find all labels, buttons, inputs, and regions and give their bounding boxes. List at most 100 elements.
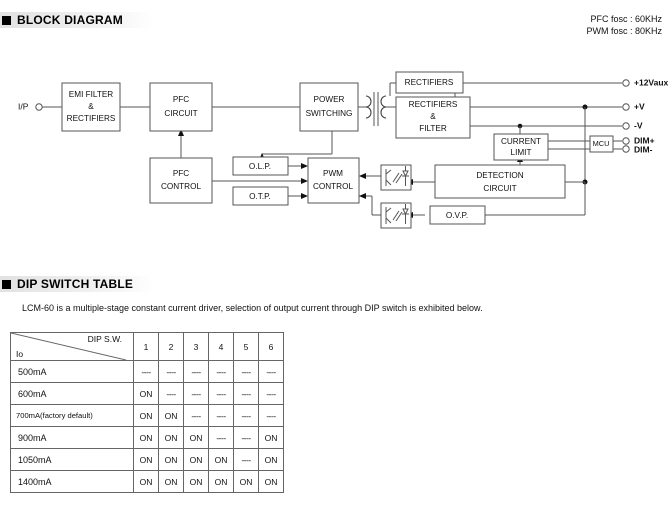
cell-900ma-sw2: ON bbox=[158, 426, 184, 449]
cell-700ma-sw2: ON bbox=[158, 404, 184, 427]
block-diagram: EMI FILTER & RECTIFIERS PFC CIRCUIT POWE… bbox=[0, 50, 670, 230]
dip-switch-title: DIP SWITCH TABLE bbox=[17, 277, 134, 291]
column-header-3: 3 bbox=[183, 332, 209, 361]
block-ovp-label: O.V.P. bbox=[446, 211, 468, 220]
block-olp-label: O.L.P. bbox=[249, 162, 271, 171]
cell-1400ma-sw4: ON bbox=[208, 470, 234, 493]
block-emi-filter-line1: EMI FILTER bbox=[69, 90, 114, 99]
table-row: 500mA ---- ---- ---- ---- ---- ---- bbox=[10, 360, 284, 383]
cell-900ma-sw1: ON bbox=[133, 426, 159, 449]
cell-600ma-sw6: ---- bbox=[258, 382, 284, 405]
block-diagram-section-header: BLOCK DIAGRAM bbox=[0, 12, 154, 28]
row-label-1050ma: 1050mA bbox=[10, 448, 134, 471]
column-header-4: 4 bbox=[208, 332, 234, 361]
output-label-plus-v: +V bbox=[634, 101, 645, 111]
block-power-switching bbox=[299, 82, 359, 132]
pwm-fosc-note: PWM fosc : 80KHz bbox=[586, 26, 662, 36]
optocoupler-lower-icon bbox=[380, 202, 412, 229]
cell-900ma-sw6: ON bbox=[258, 426, 284, 449]
cell-600ma-sw1: ON bbox=[133, 382, 159, 405]
table-header-row: DIP S.W. Io 1 2 3 4 5 6 bbox=[10, 332, 284, 361]
cell-500ma-sw2: ---- bbox=[158, 360, 184, 383]
column-header-5: 5 bbox=[233, 332, 259, 361]
block-pfc-control bbox=[149, 157, 213, 204]
block-rectifiers-filter-line3: FILTER bbox=[419, 124, 447, 133]
block-power-switching-line2: SWITCHING bbox=[306, 109, 353, 118]
cell-1050ma-sw3: ON bbox=[183, 448, 209, 471]
dip-switch-table: DIP S.W. Io 1 2 3 4 5 6 500mA ---- ---- … bbox=[10, 332, 284, 493]
corner-label-dipsw: DIP S.W. bbox=[87, 334, 122, 344]
row-label-900ma: 900mA bbox=[10, 426, 134, 449]
cell-700ma-sw3: ---- bbox=[183, 404, 209, 427]
output-terminal-plus-v bbox=[622, 103, 630, 111]
cell-1050ma-sw4: ON bbox=[208, 448, 234, 471]
block-detection-circuit-line2: CIRCUIT bbox=[483, 184, 516, 193]
table-row: 600mA ON ---- ---- ---- ---- ---- bbox=[10, 382, 284, 405]
table-row: 1050mA ON ON ON ON ---- ON bbox=[10, 448, 284, 471]
block-pfc-circuit-line2: CIRCUIT bbox=[164, 109, 197, 118]
cell-600ma-sw2: ---- bbox=[158, 382, 184, 405]
block-pwm-control-line2: CONTROL bbox=[313, 182, 353, 191]
output-label-dim-minus: DIM- bbox=[634, 144, 653, 154]
cell-700ma-sw1: ON bbox=[133, 404, 159, 427]
page-title: BLOCK DIAGRAM bbox=[17, 13, 123, 27]
column-header-2: 2 bbox=[158, 332, 184, 361]
cell-1050ma-sw6: ON bbox=[258, 448, 284, 471]
cell-1400ma-sw3: ON bbox=[183, 470, 209, 493]
cell-500ma-sw6: ---- bbox=[258, 360, 284, 383]
cell-600ma-sw4: ---- bbox=[208, 382, 234, 405]
table-corner-cell: DIP S.W. Io bbox=[10, 332, 134, 361]
input-terminal-node bbox=[35, 103, 43, 111]
cell-600ma-sw3: ---- bbox=[183, 382, 209, 405]
row-label-1400ma: 1400mA bbox=[10, 470, 134, 493]
block-rectifiers-filter-line1: RECTIFIERS bbox=[409, 100, 458, 109]
row-label-600ma: 600mA bbox=[10, 382, 134, 405]
column-header-6: 6 bbox=[258, 332, 284, 361]
output-terminal-dim-plus bbox=[622, 137, 630, 145]
block-emi-filter-line2: & bbox=[88, 102, 94, 111]
output-terminal-12vaux bbox=[622, 79, 630, 87]
table-row: 900mA ON ON ON ---- ---- ON bbox=[10, 426, 284, 449]
input-terminal-label: I/P bbox=[18, 101, 29, 111]
column-header-1: 1 bbox=[133, 332, 159, 361]
pfc-fosc-note: PFC fosc : 60KHz bbox=[590, 14, 662, 24]
block-rectifiers-filter-line2: & bbox=[430, 112, 436, 121]
corner-label-io: Io bbox=[16, 349, 24, 359]
cell-1400ma-sw5: ON bbox=[233, 470, 259, 493]
square-bullet-icon bbox=[2, 279, 11, 289]
table-row: 700mA(factory default) ON ON ---- ---- -… bbox=[10, 404, 284, 427]
cell-900ma-sw5: ---- bbox=[233, 426, 259, 449]
block-power-switching-line1: POWER bbox=[314, 95, 345, 104]
dip-switch-description: LCM-60 is a multiple-stage constant curr… bbox=[22, 303, 483, 313]
block-pfc-circuit-line1: PFC bbox=[173, 95, 189, 104]
cell-700ma-sw4: ---- bbox=[208, 404, 234, 427]
block-pfc-circuit bbox=[149, 82, 213, 132]
row-label-700ma: 700mA(factory default) bbox=[10, 404, 134, 427]
block-otp-label: O.T.P. bbox=[249, 192, 271, 201]
cell-1050ma-sw5: ---- bbox=[233, 448, 259, 471]
block-pwm-control-line1: PWM bbox=[323, 169, 343, 178]
cell-1050ma-sw1: ON bbox=[133, 448, 159, 471]
square-bullet-icon bbox=[2, 15, 11, 25]
block-pwm-control bbox=[307, 157, 360, 204]
table-row: 1400mA ON ON ON ON ON ON bbox=[10, 470, 284, 493]
block-rectifiers-label: RECTIFIERS bbox=[405, 78, 454, 87]
cell-500ma-sw1: ---- bbox=[133, 360, 159, 383]
cell-1050ma-sw2: ON bbox=[158, 448, 184, 471]
optocoupler-upper-icon bbox=[380, 164, 412, 191]
cell-700ma-sw5: ---- bbox=[233, 404, 259, 427]
cell-500ma-sw4: ---- bbox=[208, 360, 234, 383]
cell-1400ma-sw6: ON bbox=[258, 470, 284, 493]
block-current-limit-line2: LIMIT bbox=[511, 148, 532, 157]
output-label-minus-v: -V bbox=[634, 120, 643, 130]
cell-900ma-sw4: ---- bbox=[208, 426, 234, 449]
cell-1400ma-sw1: ON bbox=[133, 470, 159, 493]
block-current-limit-line1: CURRENT bbox=[501, 137, 541, 146]
cell-500ma-sw3: ---- bbox=[183, 360, 209, 383]
dip-switch-section-header: DIP SWITCH TABLE bbox=[0, 276, 154, 292]
block-pfc-control-line1: PFC bbox=[173, 169, 189, 178]
cell-600ma-sw5: ---- bbox=[233, 382, 259, 405]
cell-500ma-sw5: ---- bbox=[233, 360, 259, 383]
block-detection-circuit-line1: DETECTION bbox=[476, 171, 523, 180]
row-label-500ma: 500mA bbox=[10, 360, 134, 383]
